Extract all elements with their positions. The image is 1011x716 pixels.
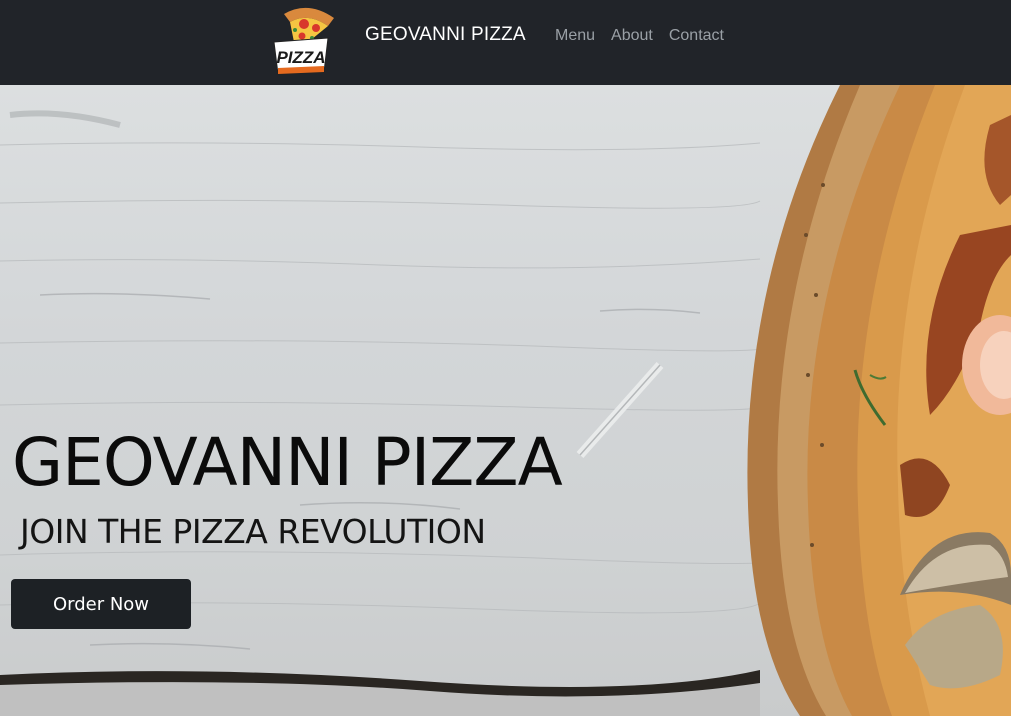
pizza-slice-logo-icon[interactable]: PIZZA: [262, 2, 338, 76]
nav-link-menu[interactable]: Menu: [555, 27, 595, 45]
brand-link[interactable]: GEOVANNI PIZZA: [365, 24, 526, 46]
hero-subtitle: JOIN THE PIZZA REVOLUTION: [20, 512, 486, 551]
nav-link-contact[interactable]: Contact: [669, 27, 724, 45]
order-now-button[interactable]: Order Now: [11, 579, 191, 629]
top-navbar: PIZZA GEOVANNI PIZZA Menu About Contact: [0, 0, 1011, 85]
hero-title: GEOVANNI PIZZA: [12, 424, 563, 501]
nav-link-about[interactable]: About: [611, 27, 653, 45]
nav-links: Menu About Contact: [555, 27, 724, 45]
logo-text: PIZZA: [276, 48, 325, 67]
hero-section: GEOVANNI PIZZA JOIN THE PIZZA REVOLUTION…: [0, 85, 1011, 716]
